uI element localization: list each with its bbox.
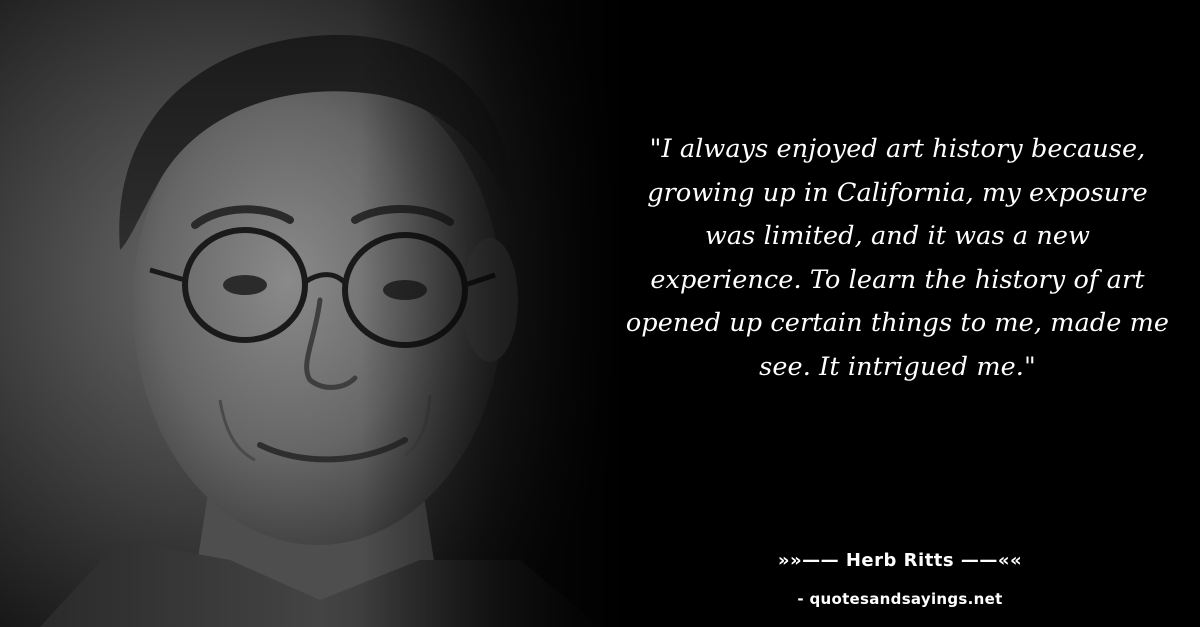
author-attribution: »»—— Herb Ritts ——«« — [777, 550, 1023, 571]
quote-line: was limited, and it was a new — [704, 221, 1091, 251]
quote-text: "I always enjoyed art history because, g… — [625, 128, 1170, 389]
quote-card: "I always enjoyed art history because, g… — [0, 0, 1200, 627]
quote-line: experience. To learn the history of art — [650, 264, 1145, 295]
quote-line: "I always enjoyed art history because, — [649, 134, 1146, 164]
source-watermark: - quotesandsayings.net — [797, 590, 1003, 608]
quote-line: see. It intrigued me." — [759, 351, 1036, 382]
portrait-photo — [0, 0, 620, 627]
quote-line: growing up in California, my exposure — [647, 177, 1148, 208]
quote-line: opened up certain things to me, made me — [625, 308, 1170, 338]
